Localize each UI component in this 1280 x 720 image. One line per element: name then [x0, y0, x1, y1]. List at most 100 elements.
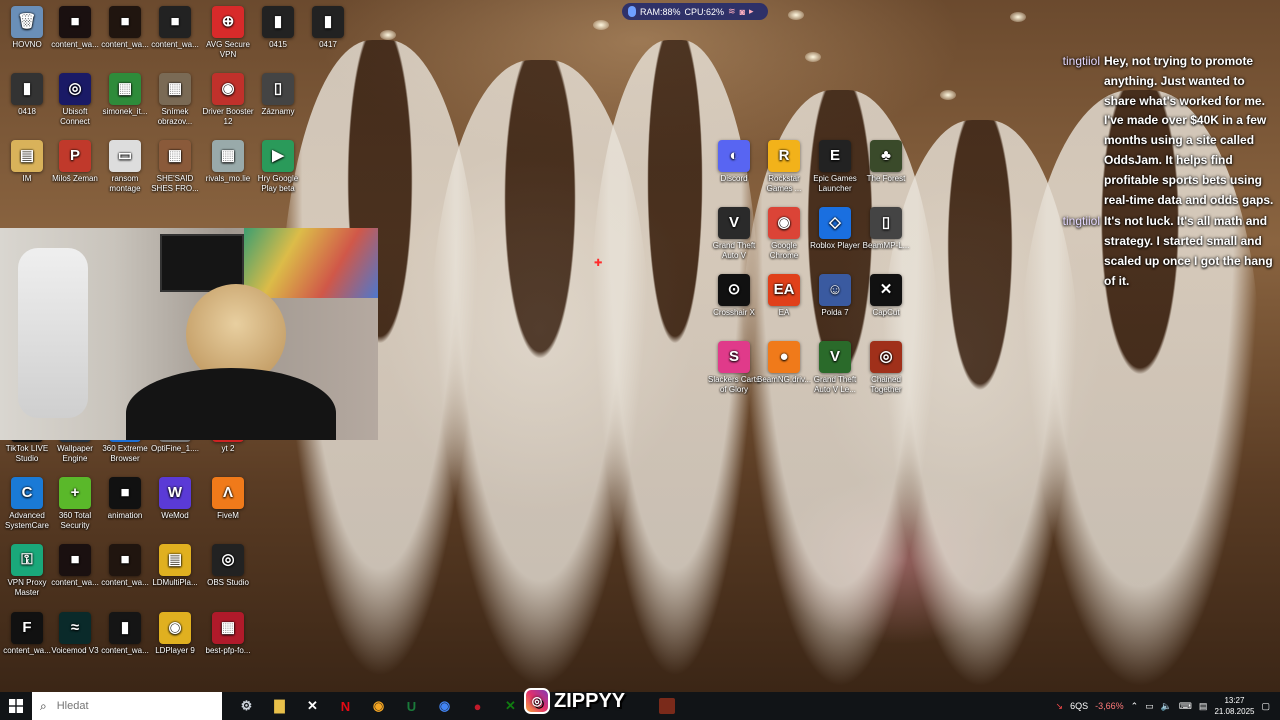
upwork-app[interactable]: U: [395, 692, 428, 720]
desktop-icon-label: VPN Proxy Master: [7, 578, 47, 597]
language-icon[interactable]: ▤: [1199, 701, 1208, 712]
desktop-icon[interactable]: ◐ Discord: [707, 140, 761, 184]
app-icon: ◉: [768, 207, 800, 239]
desktop-icon-label: LDMultiPla...: [152, 578, 198, 587]
desktop-icon-label: OBS Studio: [207, 578, 249, 587]
desktop-icon-label: yt 2: [221, 444, 235, 453]
desktop-icon[interactable]: ■ content_wa...: [98, 544, 152, 588]
desktop-icon[interactable]: P Miloš Zeman: [48, 140, 102, 184]
desktop-icon[interactable]: E Epic Games Launcher: [808, 140, 862, 194]
desktop-icon[interactable]: ☺ Polda 7: [808, 274, 862, 318]
app-icon: ▤: [159, 544, 191, 576]
desktop-icon[interactable]: Fcontent_wa...: [0, 612, 54, 656]
app-icon: EA: [768, 274, 800, 306]
record-app[interactable]: ●: [461, 692, 494, 720]
desktop-icon[interactable]: ◇ Roblox Player: [808, 207, 862, 251]
desktop-icon-label: Miloš Zeman: [52, 174, 98, 183]
taskbar-clock[interactable]: 13:27 21.08.2025: [1214, 695, 1254, 717]
desktop-icon[interactable]: ▮ 0418: [0, 73, 54, 117]
capcut-app[interactable]: ✕: [296, 692, 329, 720]
desktop-icon[interactable]: ⊙ Crosshair X: [707, 274, 761, 318]
notification-icon[interactable]: ▢: [1261, 701, 1270, 712]
app-icon: W: [159, 477, 191, 509]
desktop-icon[interactable]: ▶ Hry Google Play beta: [251, 140, 305, 194]
taskbar-search[interactable]: ⌕: [32, 692, 222, 720]
desktop-icon[interactable]: ■ content_wa...: [98, 6, 152, 50]
desktop-icon[interactable]: ♣ The Forest: [859, 140, 913, 184]
app-icon: ▤: [11, 140, 43, 172]
desktop-icon[interactable]: ▮ 0417: [301, 6, 355, 50]
desktop-icon[interactable]: ▭ ransom montage: [98, 140, 152, 194]
stock-ticker[interactable]: 6QS: [1070, 701, 1088, 711]
network-icon[interactable]: ▭: [1145, 701, 1154, 712]
photos-app[interactable]: ◉: [362, 692, 395, 720]
app-icon: ▮: [262, 6, 294, 38]
game-app[interactable]: [650, 692, 683, 720]
desktop-icon[interactable]: V Grand Theft Auto V: [707, 207, 761, 261]
app-icon: ▮: [11, 73, 43, 105]
desktop-icon[interactable]: ■ content_wa...: [48, 6, 102, 50]
desktop-icon[interactable]: ● BeamNG.driv...: [757, 341, 811, 385]
desktop-icon[interactable]: C Advanced SystemCare: [0, 477, 54, 531]
settings-app[interactable]: ⚙: [230, 692, 263, 720]
app-icon: ▦: [159, 73, 191, 105]
webcam-overlay: [0, 228, 378, 440]
desktop-icon[interactable]: 🗑 HOVNO: [0, 6, 54, 50]
desktop-icon[interactable]: ◎ OBS Studio: [201, 544, 255, 588]
netflix-app[interactable]: N: [329, 692, 362, 720]
desktop-icon[interactable]: ■ animation: [98, 477, 152, 521]
upwork-app-icon: U: [406, 698, 417, 714]
desktop-icon[interactable]: ◉ Google Chrome: [757, 207, 811, 261]
start-button[interactable]: [0, 692, 32, 720]
desktop-icon[interactable]: ⚿ VPN Proxy Master: [0, 544, 54, 598]
app-icon: ▦: [159, 140, 191, 172]
desktop-icon-label: Ubisoft Connect: [60, 107, 90, 126]
desktop-icon-label: Grand Theft Auto V Le...: [813, 375, 857, 394]
desktop-icon[interactable]: ◉ LDPlayer 9: [148, 612, 202, 656]
desktop-icon-label: OptiFine_1....: [150, 444, 200, 453]
desktop-icon-label: 0418: [18, 107, 36, 116]
instagram-handle: ZIPPYY: [554, 689, 626, 712]
desktop-icon[interactable]: V Grand Theft Auto V Le...: [808, 341, 862, 395]
desktop-icon[interactable]: ▦ best-pfp-fo...: [201, 612, 255, 656]
desktop-icon-label: Google Chrome: [769, 241, 799, 260]
desktop-icon[interactable]: ▦ simonek_it...: [98, 73, 152, 117]
desktop-icon-label: Crosshair X: [713, 308, 755, 317]
desktop-icon[interactable]: ◎ Ubisoft Connect: [48, 73, 102, 127]
desktop-icon[interactable]: ▦ Snímek obrazov...: [148, 73, 202, 127]
desktop-icon[interactable]: ✕ CapCut: [859, 274, 913, 318]
desktop-icon[interactable]: ▤ LDMultiPla...: [148, 544, 202, 588]
desktop-icon[interactable]: ≈ Voicemod V3: [48, 612, 102, 656]
desktop-icon[interactable]: ■ content_wa...: [48, 544, 102, 588]
app-icon: ■: [59, 6, 91, 38]
desktop-icon[interactable]: +360 Total Security: [48, 477, 102, 531]
desktop-icon[interactable]: Λ FiveM: [201, 477, 255, 521]
desktop-icon[interactable]: ▮ content_wa...: [98, 612, 152, 656]
desktop-icon[interactable]: ◉ Driver Booster 12: [201, 73, 255, 127]
desktop-icon[interactable]: ◎ Chained Together: [859, 341, 913, 395]
desktop-icon[interactable]: S Slackers Carts of Glory: [707, 341, 761, 395]
desktop-icon[interactable]: EA EA: [757, 274, 811, 318]
keyboard-icon[interactable]: ⌨: [1179, 701, 1192, 712]
expand-icon: ▸: [749, 6, 754, 16]
desktop-icon[interactable]: ▮ 0415: [251, 6, 305, 50]
desktop-icon[interactable]: ▯ BeamMP-L...: [859, 207, 913, 251]
desktop-icon[interactable]: ■ content_wa...: [148, 6, 202, 50]
desktop-icon[interactable]: ▦ rivals_mo.lie: [201, 140, 255, 184]
desktop-icon[interactable]: ⊕ AVG Secure VPN: [201, 6, 255, 60]
desktop-icon[interactable]: ▤ IM: [0, 140, 54, 184]
desktop-icon[interactable]: ▦ SHE'SAID SHES FRO...: [148, 140, 202, 194]
desktop-icon[interactable]: ▯ Záznamy: [251, 73, 305, 117]
volume-icon[interactable]: 🔈: [1161, 701, 1172, 712]
desktop-icon[interactable]: W WeMod: [148, 477, 202, 521]
webcam-gaming-chair: [18, 248, 88, 418]
app-icon: ■: [109, 477, 141, 509]
xbox-app[interactable]: ✕: [494, 692, 527, 720]
desktop-icon[interactable]: R Rockstar Games ...: [757, 140, 811, 194]
chevron-up-icon[interactable]: ⌃: [1131, 701, 1139, 712]
chrome-app[interactable]: ◉: [428, 692, 461, 720]
search-input[interactable]: [54, 699, 209, 713]
windows-logo-icon: [9, 699, 23, 713]
clock-time: 13:27: [1224, 696, 1245, 705]
file-explorer-app[interactable]: ▇: [263, 692, 296, 720]
